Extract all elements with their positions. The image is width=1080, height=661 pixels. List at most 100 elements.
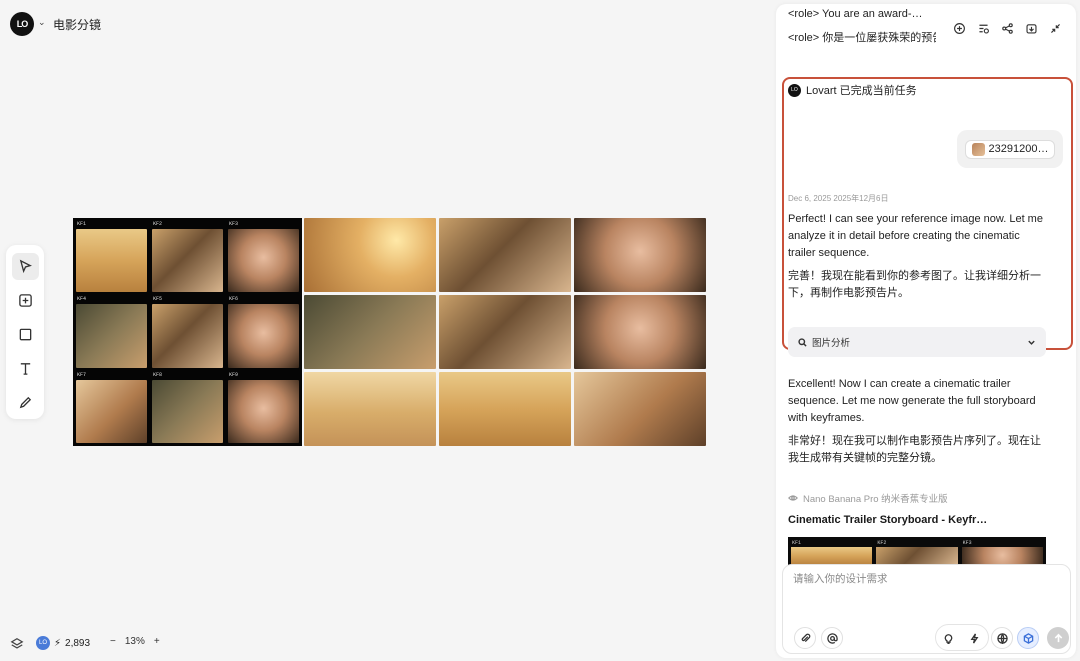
keyframe-label: KF1 [792,540,802,546]
keyframe-label: KF7 [77,371,87,378]
result-preview-image[interactable]: KF1 KF2 KF3 [788,537,1046,565]
eye-icon [788,495,798,501]
history-icon [978,24,989,34]
project-title[interactable]: 电影分镜 [53,16,101,33]
arrow-up-icon [1054,633,1062,642]
frame-image[interactable] [439,372,571,446]
plus-square-icon [18,294,32,307]
keyframe-cell: KF2 [152,221,223,293]
text-tool-button[interactable] [12,355,39,382]
pen-icon [19,396,31,409]
layers-button[interactable] [10,637,26,653]
share-icon [1001,22,1013,34]
prompt-input[interactable] [793,573,1053,585]
avatar[interactable]: LO [36,636,50,650]
panel-header-actions [952,21,1062,35]
export-button[interactable] [1024,21,1038,35]
prompt-line: <role> You are an award-… [788,8,923,20]
user-attachment-bubble: 23291200… [957,130,1063,168]
pen-tool-button[interactable] [12,389,39,416]
square-icon [19,328,31,341]
assistant-message-en: Perfect! I can see your reference image … [788,213,1043,259]
share-button[interactable] [1000,21,1014,35]
model-used: Nano Banana Pro 纳米香蕉专业版 [788,491,948,505]
image-analysis-collapsible[interactable]: 图片分析 [788,327,1046,357]
frame-image[interactable] [304,295,436,369]
plus-circle-icon [953,22,965,34]
export-icon [1025,23,1037,34]
zoom-in-button[interactable]: + [154,636,160,647]
frame-image[interactable] [439,295,571,369]
chat-panel: <role> You are an award-… <role> 你是一位屡获殊… [776,4,1076,658]
zoom-out-button[interactable]: − [110,636,116,647]
send-button[interactable] [1047,627,1069,649]
attach-button[interactable] [794,627,816,649]
web-search-button[interactable] [991,627,1013,649]
cursor-icon [19,259,32,274]
idea-button[interactable] [937,627,959,649]
keyframe-cell: KF6 [228,296,299,368]
frame-image[interactable] [304,372,436,446]
assistant-message-zh: 非常好！现在我可以制作电影预告片序列了。现在让我生成带有关键帧的完整分镜。 [788,435,1041,464]
fast-mode-button[interactable] [963,627,985,649]
chevron-down-icon [1028,340,1035,345]
collapsible-label: 图片分析 [812,338,851,349]
lightning-icon [970,633,978,643]
prompt-line: <role> 你是一位屡获殊荣的预告 [788,32,936,44]
keyframe-label: KF6 [229,296,239,303]
add-tool-button[interactable] [12,287,39,314]
keyframe-label: KF3 [962,540,972,546]
select-tool-button[interactable] [11,253,39,280]
zoom-level[interactable]: 13% [125,636,145,647]
collapse-icon [1050,23,1060,33]
credits-count: 2,893 [65,637,91,649]
frame-image[interactable] [304,218,436,292]
app-logo[interactable]: LO [10,12,34,36]
frame-image[interactable] [574,218,706,292]
left-toolbar [6,245,44,419]
keyframe-cell: KF5 [152,296,223,368]
frames-grid [304,218,706,446]
history-button[interactable] [976,21,990,35]
keyframe-cell: KF4 [76,296,147,368]
keyframe-cell: KF9 [228,372,299,443]
lightning-icon: ⚡ [54,637,62,649]
shape-tool-button[interactable] [12,321,39,348]
assistant-avatar: LO [788,83,801,97]
3d-mode-button[interactable] [1017,627,1039,649]
assistant-message-en: Excellent! Now I can create a cinematic … [788,378,1036,424]
keyframe-label: KF5 [153,296,163,303]
keyframe-label: KF1 [77,221,87,227]
keyframe-cell: KF7 [76,372,147,443]
keyframe-label: KF2 [877,540,887,546]
assistant-status-text: Lovart 已完成当前任务 [806,85,917,97]
keyframe-label: KF2 [153,221,163,227]
cube-icon [1023,632,1033,644]
paperclip-icon [801,633,810,642]
layers-icon [10,638,24,649]
attachment-chip[interactable]: 23291200… [964,139,1056,159]
keyframe-sheet[interactable]: KF1 KF2 KF3 KF4 KF5 KF6 KF7 KF8 KF9 [73,218,302,446]
globe-icon [996,632,1008,644]
collapse-panel-button[interactable] [1048,21,1062,35]
image-thumbnail-icon [971,142,985,156]
frame-image[interactable] [574,295,706,369]
frame-image[interactable] [574,372,706,446]
at-sign-icon [826,632,838,644]
result-title: Cinematic Trailer Storyboard - Keyfr… [788,514,988,526]
lightbulb-icon [944,633,952,644]
message-composer [782,564,1071,654]
mention-button[interactable] [821,627,843,649]
frame-image[interactable] [439,218,571,292]
new-chat-button[interactable] [952,21,966,35]
credits-display[interactable]: LO ⚡ 2,893 [36,636,90,650]
chevron-down-icon[interactable]: ⌄ [38,17,46,28]
text-icon [20,363,30,375]
keyframe-label: KF3 [229,221,239,227]
keyframe-cell: KF8 [152,372,223,443]
assistant-status: LO Lovart 已完成当前任务 [788,82,917,98]
keyframe-cell: KF3 [228,221,299,293]
attachment-name: 23291200… [988,143,1049,155]
keyframe-label: KF9 [229,371,239,378]
keyframe-label: KF4 [77,296,87,303]
